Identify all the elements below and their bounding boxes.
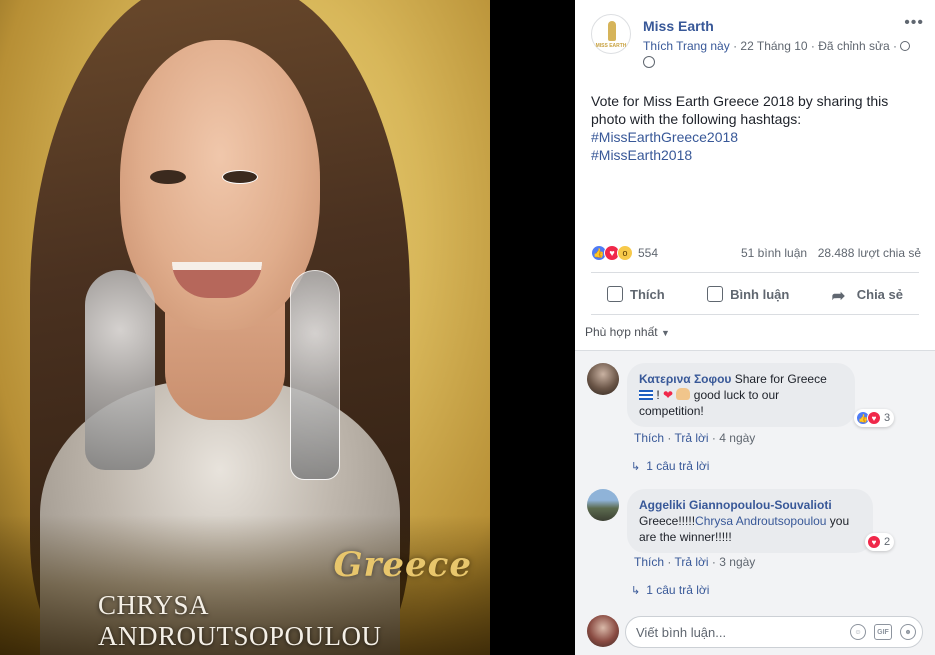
- comment-reactions[interactable]: ♥ 2: [865, 533, 895, 551]
- comment-placeholder: Viết bình luận...: [636, 625, 727, 640]
- comment-reactions[interactable]: 👍 ♥ 3: [854, 409, 895, 427]
- globe-icon[interactable]: [643, 56, 655, 68]
- avatar[interactable]: [587, 489, 619, 521]
- history-clock-icon[interactable]: [900, 41, 911, 51]
- wow-reaction-icon: o: [617, 245, 633, 261]
- photo-eye-left: [150, 170, 186, 184]
- love-reaction-icon: ♥: [867, 535, 881, 549]
- comments-section: Κατερινα Σοφου Share for Greece ! ❤ good…: [575, 350, 935, 605]
- mention-link[interactable]: Chrysa Androutsopoulou: [695, 514, 826, 528]
- logo-figure-icon: [608, 21, 616, 41]
- photo-country-text: Greece: [333, 545, 472, 585]
- comment-bubble-icon: [707, 286, 724, 302]
- love-reaction-icon: ♥: [867, 411, 881, 425]
- divider: [591, 314, 919, 315]
- post-actions: Thích Bình luận Chia sẻ: [591, 278, 919, 310]
- logo-text: MISS EARTH: [595, 43, 627, 49]
- comment-button[interactable]: Bình luận: [691, 278, 805, 310]
- post-panel: MISS EARTH Miss Earth ••• Thích Trang nà…: [575, 0, 935, 655]
- comment-reaction-count: 2: [884, 536, 891, 548]
- post-photo[interactable]: Greece CHRYSA ANDROUTSOPOULOU: [0, 0, 490, 655]
- post-body: Vote for Miss Earth Greece 2018 by shari…: [591, 92, 911, 164]
- comment-reply-link[interactable]: Trả lời: [674, 431, 708, 445]
- like-label: Thích: [630, 286, 665, 302]
- post-date[interactable]: 22 Tháng 10: [740, 39, 807, 53]
- comment-like-link[interactable]: Thích: [634, 555, 664, 569]
- hashtag-link[interactable]: #MissEarth2018: [591, 146, 911, 164]
- greece-flag-icon: [639, 390, 653, 400]
- reactions-summary[interactable]: 👍 ♥ o 554: [591, 245, 658, 261]
- comment-bubble: Aggeliki Giannopoulou-Souvalioti Greece!…: [627, 489, 873, 553]
- post-text: Vote for Miss Earth Greece 2018 by shari…: [591, 93, 889, 127]
- hashtag-link[interactable]: #MissEarthGreece2018: [591, 128, 911, 146]
- replies-label: 1 câu trả lời: [646, 459, 710, 473]
- reply-arrow-icon: ↳: [631, 585, 641, 597]
- more-options-icon[interactable]: •••: [904, 14, 924, 32]
- comment-reply-link[interactable]: Trả lời: [674, 555, 708, 569]
- heart-icon: ❤: [663, 388, 674, 402]
- comment-like-link[interactable]: Thích: [634, 431, 664, 445]
- view-replies-link[interactable]: ↳ 1 câu trả lời: [631, 583, 709, 597]
- photo-earring-right: [290, 270, 340, 480]
- replies-label: 1 câu trả lời: [646, 583, 710, 597]
- comments-count-link[interactable]: 51 bình luận: [741, 246, 807, 260]
- share-arrow-icon: [832, 286, 850, 302]
- post-stats: 👍 ♥ o 554 51 bình luận 28.488 lượt chia …: [591, 245, 921, 263]
- reaction-count: 554: [638, 246, 659, 260]
- share-button[interactable]: Chia sẻ: [816, 278, 919, 310]
- share-label: Chia sẻ: [856, 286, 903, 302]
- sort-dropdown[interactable]: Phù hợp nhất ▼: [585, 325, 670, 339]
- post-header: MISS EARTH Miss Earth ••• Thích Trang nà…: [591, 14, 926, 74]
- page-name-link[interactable]: Miss Earth: [643, 18, 714, 34]
- reply-arrow-icon: ↳: [631, 461, 641, 473]
- shares-count-link[interactable]: 28.488 lượt chia sẻ: [818, 246, 921, 260]
- photo-contestant-name: CHRYSA ANDROUTSOPOULOU: [98, 590, 382, 651]
- like-button[interactable]: Thích: [591, 278, 681, 310]
- like-page-link[interactable]: Thích Trang này: [643, 39, 730, 53]
- sort-label: Phù hợp nhất: [585, 325, 658, 339]
- page-logo[interactable]: MISS EARTH: [591, 14, 631, 54]
- divider: [591, 272, 919, 273]
- caret-down-icon: ▼: [660, 328, 670, 338]
- avatar[interactable]: [587, 363, 619, 395]
- comment-label: Bình luận: [730, 286, 790, 302]
- comment-composer: Viết bình luận... ☺ GIF ☻: [575, 605, 935, 655]
- comment-bubble: Κατερινα Σοφου Share for Greece ! ❤ good…: [627, 363, 855, 427]
- praying-hands-icon: [676, 388, 691, 400]
- photo-earring-left: [85, 270, 155, 470]
- meta-separator: ·: [893, 39, 901, 53]
- edited-label[interactable]: Đã chỉnh sửa: [818, 39, 889, 53]
- comment-text: Greece!!!!!: [639, 514, 696, 528]
- post-meta: Thích Trang này · 22 Tháng 10 · Đã chỉnh…: [643, 39, 911, 53]
- comment-text: Share for Greece: [734, 372, 827, 386]
- comment-links: Thích · Trả lời · 4 ngày: [634, 431, 755, 445]
- gif-icon[interactable]: GIF: [874, 624, 892, 640]
- view-replies-link[interactable]: ↳ 1 câu trả lời: [631, 459, 709, 473]
- composer-tools: ☺ GIF ☻: [842, 624, 916, 640]
- avatar[interactable]: [587, 615, 619, 647]
- comment-time[interactable]: 3 ngày: [719, 555, 755, 569]
- comment-input[interactable]: Viết bình luận... ☺ GIF ☻: [625, 616, 923, 648]
- comment-reaction-count: 3: [884, 412, 891, 424]
- comment-time[interactable]: 4 ngày: [719, 431, 755, 445]
- comment-author[interactable]: Κατερινα Σοφου: [639, 372, 731, 386]
- sticker-icon[interactable]: ☻: [900, 624, 916, 640]
- comment-links: Thích · Trả lời · 3 ngày: [634, 555, 755, 569]
- comment-author[interactable]: Aggeliki Giannopoulou-Souvalioti: [639, 498, 832, 512]
- thumbs-up-icon: [607, 286, 623, 302]
- emoji-icon[interactable]: ☺: [850, 624, 866, 640]
- exclamation: !: [656, 388, 664, 402]
- photo-eye-right: [222, 170, 258, 184]
